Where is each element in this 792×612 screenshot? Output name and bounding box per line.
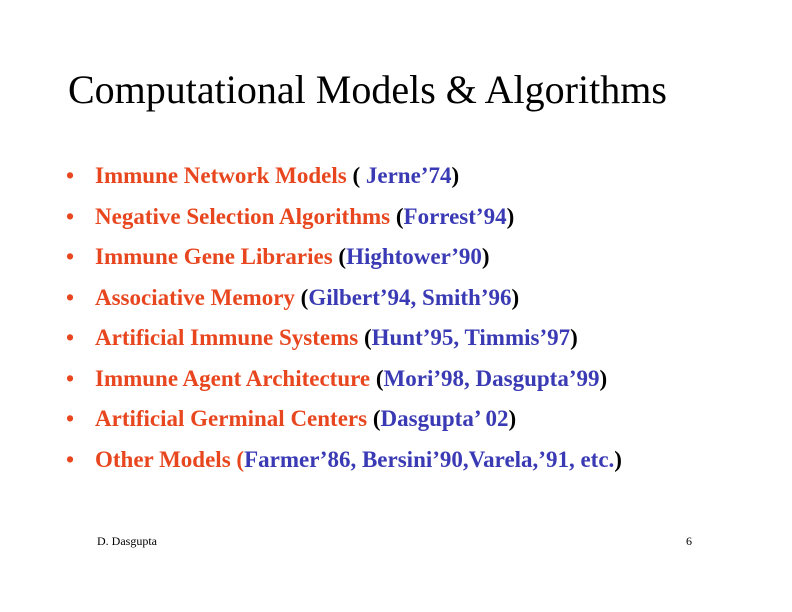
bullet-marker: • xyxy=(66,284,75,310)
bullet-item: • Immune Gene Libraries (Hightower’90) xyxy=(66,242,746,271)
footer-author: D. Dasgupta xyxy=(97,534,157,548)
bullet-marker: • xyxy=(66,325,75,350)
paren-close: ) xyxy=(614,446,622,472)
paren-close: ) xyxy=(508,406,517,431)
bullet-marker: • xyxy=(66,406,75,431)
paren-open: ( xyxy=(338,244,347,269)
bullet-item: • Immune Agent Architecture (Mori’98, Da… xyxy=(66,364,746,393)
bullet-reference: Mori’98, Dasgupta’99 xyxy=(383,365,600,391)
bullet-reference: Gilbert’94, Smith’96 xyxy=(308,284,512,310)
bullet-topic: Other Models ( xyxy=(95,446,245,472)
bullet-item: • Negative Selection Algorithms (Forrest… xyxy=(66,202,746,231)
bullet-topic: Negative Selection Algorithms xyxy=(95,203,391,229)
paren-close: ) xyxy=(451,163,460,188)
bullet-topic: Artificial Germinal Centers xyxy=(95,406,368,431)
paren-open: ( xyxy=(363,325,372,350)
paren-open: ( xyxy=(395,203,404,229)
slide-title: Computational Models & Algorithms xyxy=(68,67,667,112)
paren-close: ) xyxy=(481,244,490,269)
paren-open: ( xyxy=(375,365,384,391)
bullet-marker: • xyxy=(66,244,75,269)
bullet-marker: • xyxy=(66,203,75,229)
bullet-topic: Associative Memory xyxy=(95,284,295,310)
bullet-topic: Immune Network Models xyxy=(95,163,347,188)
paren-close: ) xyxy=(570,325,578,350)
bullet-reference: Hightower’90 xyxy=(346,244,482,269)
bullet-reference: Jerne’74 xyxy=(365,163,452,188)
bullet-list: • Immune Network Models ( Jerne’74) • Ne… xyxy=(66,161,746,485)
bullet-item: • Other Models (Farmer’86, Bersini’90,Va… xyxy=(66,445,746,474)
paren-close: ) xyxy=(599,365,608,391)
bullet-topic: Immune Gene Libraries xyxy=(95,244,333,269)
bullet-item: • Artificial Immune Systems (Hunt’95, Ti… xyxy=(66,323,746,352)
bullet-item: • Associative Memory (Gilbert’94, Smith’… xyxy=(66,283,746,312)
slide: Computational Models & Algorithms • Immu… xyxy=(0,0,792,612)
paren-open: ( xyxy=(372,406,381,431)
bullet-reference: Dasgupta’ 02 xyxy=(380,406,509,431)
bullet-topic: Immune Agent Architecture xyxy=(95,365,371,391)
bullet-reference: Forrest’94 xyxy=(403,203,507,229)
bullet-marker: • xyxy=(66,163,75,188)
bullet-item: • Immune Network Models ( Jerne’74) xyxy=(66,161,746,190)
bullet-topic: Artificial Immune Systems xyxy=(95,325,359,350)
bullet-marker: • xyxy=(66,365,75,391)
paren-open: ( xyxy=(352,163,366,188)
bullet-marker: • xyxy=(66,446,75,472)
paren-close: ) xyxy=(511,284,520,310)
paren-close: ) xyxy=(506,203,515,229)
page-number: 6 xyxy=(686,534,692,548)
bullet-reference: Farmer’86, Bersini’90,Varela,’91, etc. xyxy=(244,446,615,472)
bullet-reference: Hunt’95, Timmis’97 xyxy=(371,325,571,350)
bullet-item: • Artificial Germinal Centers (Dasgupta’… xyxy=(66,404,746,433)
